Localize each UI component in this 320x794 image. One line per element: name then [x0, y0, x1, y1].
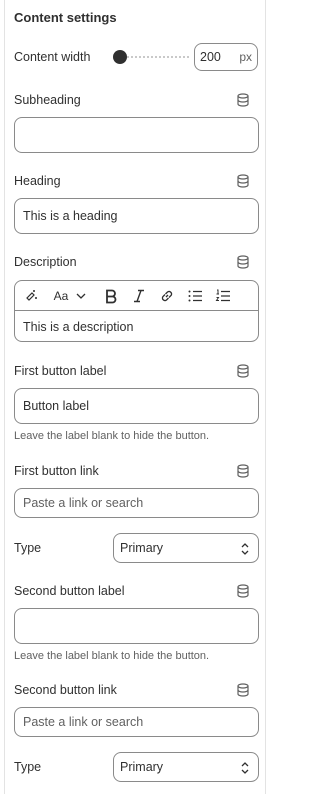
first-button-link-placeholder: Paste a link or search — [23, 496, 144, 510]
database-icon[interactable] — [236, 364, 250, 378]
chevron-up-down-icon — [241, 762, 249, 774]
database-icon[interactable] — [236, 174, 250, 188]
font-style-button[interactable]: Aa — [51, 287, 71, 305]
heading-label: Heading — [14, 174, 61, 188]
italic-icon[interactable] — [131, 287, 147, 305]
database-icon[interactable] — [236, 584, 250, 598]
link-icon[interactable] — [159, 287, 175, 305]
database-icon[interactable] — [236, 255, 250, 269]
content-width-input[interactable]: 200 px — [194, 43, 258, 71]
database-icon[interactable] — [236, 464, 250, 478]
content-width-value: 200 — [200, 50, 221, 64]
first-button-link-input[interactable]: Paste a link or search — [14, 488, 259, 518]
numbered-list-icon[interactable] — [215, 287, 231, 305]
content-width-label: Content width — [14, 50, 91, 64]
second-button-link-placeholder: Paste a link or search — [23, 715, 144, 729]
first-button-label-value: Button label — [23, 399, 90, 413]
heading-value: This is a heading — [23, 209, 118, 223]
second-button-link-input[interactable]: Paste a link or search — [14, 707, 259, 737]
description-value: This is a description — [23, 319, 134, 334]
first-type-select[interactable]: Primary — [113, 533, 259, 563]
bullet-list-icon[interactable] — [187, 287, 203, 305]
first-type-value: Primary — [120, 541, 164, 555]
chevron-up-down-icon — [241, 543, 249, 555]
second-button-label-help: Leave the label blank to hide the button… — [14, 650, 210, 662]
first-button-label-input[interactable]: Button label — [14, 388, 259, 424]
description-label: Description — [14, 255, 77, 269]
section-title: Content settings — [14, 10, 117, 25]
first-button-link-label: First button link — [14, 464, 99, 478]
settings-panel: Content settings Content width 200 px Su… — [4, 0, 266, 794]
subheading-input[interactable] — [14, 117, 259, 153]
content-width-unit: px — [239, 50, 252, 64]
heading-input[interactable]: This is a heading — [14, 198, 259, 234]
second-button-label-label: Second button label — [14, 584, 125, 598]
bold-icon[interactable] — [103, 287, 119, 305]
magic-format-icon[interactable] — [23, 287, 39, 305]
second-type-label: Type — [14, 760, 42, 774]
second-type-select[interactable]: Primary — [113, 752, 259, 782]
rich-text-toolbar: Aa — [15, 281, 258, 311]
second-button-label-input[interactable] — [14, 608, 259, 644]
database-icon[interactable] — [236, 93, 250, 107]
content-width-slider-track[interactable] — [127, 56, 189, 59]
content-width-slider-thumb[interactable] — [113, 50, 127, 64]
first-button-label-help: Leave the label blank to hide the button… — [14, 430, 210, 442]
chevron-down-icon[interactable] — [74, 287, 88, 305]
first-type-label: Type — [14, 541, 42, 555]
subheading-label: Subheading — [14, 93, 81, 107]
first-button-label-label: First button label — [14, 364, 107, 378]
description-editor[interactable]: Aa This is a description — [14, 280, 259, 342]
second-button-link-label: Second button link — [14, 683, 117, 697]
database-icon[interactable] — [236, 683, 250, 697]
second-type-value: Primary — [120, 760, 164, 774]
